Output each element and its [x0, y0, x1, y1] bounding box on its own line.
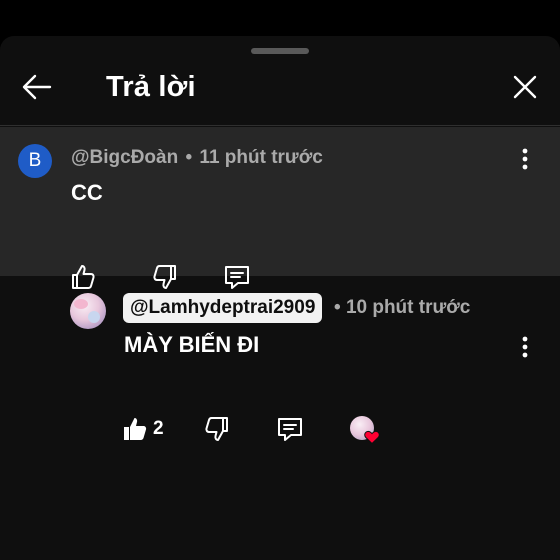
- like-count: 2: [153, 418, 164, 439]
- comment-text: CC: [71, 180, 103, 205]
- dislike-icon[interactable]: [203, 415, 231, 443]
- sheet-header: Trả lời: [0, 54, 560, 126]
- like-icon[interactable]: [121, 415, 149, 443]
- more-options-icon[interactable]: [515, 333, 535, 361]
- arrow-left-icon[interactable]: [20, 70, 54, 104]
- reply-comment: @Lamhydeptrai2909 • 10 phút trước MÀY BI…: [0, 276, 560, 560]
- replies-sheet: Trả lời B @BigcĐoàn • 11 phút trước CC @…: [0, 36, 560, 560]
- comment-time: 10 phút trước: [345, 297, 471, 318]
- comment-meta: @BigcĐoàn • 11 phút trước: [71, 147, 323, 169]
- meta-separator: •: [185, 147, 193, 168]
- reply-author-chip[interactable]: @Lamhydeptrai2909: [123, 293, 323, 323]
- heart-icon: [364, 430, 380, 444]
- avatar[interactable]: [70, 293, 106, 329]
- close-icon[interactable]: [508, 70, 542, 104]
- comment-author[interactable]: @BigcĐoàn: [71, 147, 178, 168]
- comment-text: MÀY BIẾN ĐI: [124, 332, 260, 357]
- page-title: Trả lời: [106, 71, 196, 103]
- meta-separator: •: [334, 297, 341, 318]
- parent-comment: B @BigcĐoàn • 11 phút trước CC: [0, 127, 560, 289]
- reply-icon[interactable]: [276, 415, 304, 443]
- more-options-icon[interactable]: [515, 145, 535, 173]
- comment-time: 11 phút trước: [199, 147, 323, 168]
- avatar[interactable]: B: [18, 144, 52, 178]
- comment-meta: • 10 phút trước: [334, 297, 470, 319]
